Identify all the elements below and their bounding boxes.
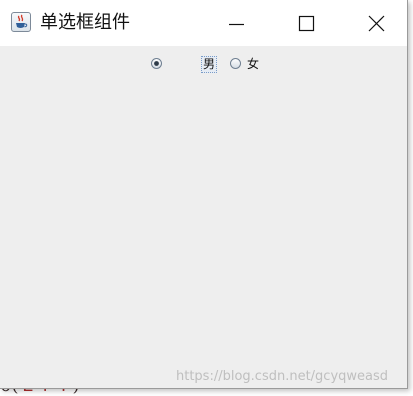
minimize-button[interactable] [213, 0, 259, 46]
java-cup-icon[interactable] [11, 12, 31, 32]
window-title: 单选框组件 [40, 12, 130, 33]
radio-unselected-icon [230, 58, 241, 69]
radio-label-male[interactable]: 男 [201, 56, 218, 73]
radio-label-female[interactable]: 女 [247, 57, 259, 72]
application-window: 单选框组件 男 女 [0, 0, 408, 389]
radio-selected-icon [151, 58, 162, 69]
maximize-icon [298, 15, 315, 32]
close-icon [368, 15, 385, 32]
radio-female[interactable] [230, 58, 241, 69]
minimize-icon [229, 23, 244, 26]
title-bar[interactable]: 单选框组件 [0, 0, 407, 46]
close-button[interactable] [353, 0, 399, 46]
content-pane: 男 女 [0, 46, 407, 388]
maximize-button[interactable] [283, 0, 329, 46]
watermark-text: https://blog.csdn.net/gcyqweasd [176, 369, 389, 384]
radio-male[interactable] [151, 58, 162, 69]
